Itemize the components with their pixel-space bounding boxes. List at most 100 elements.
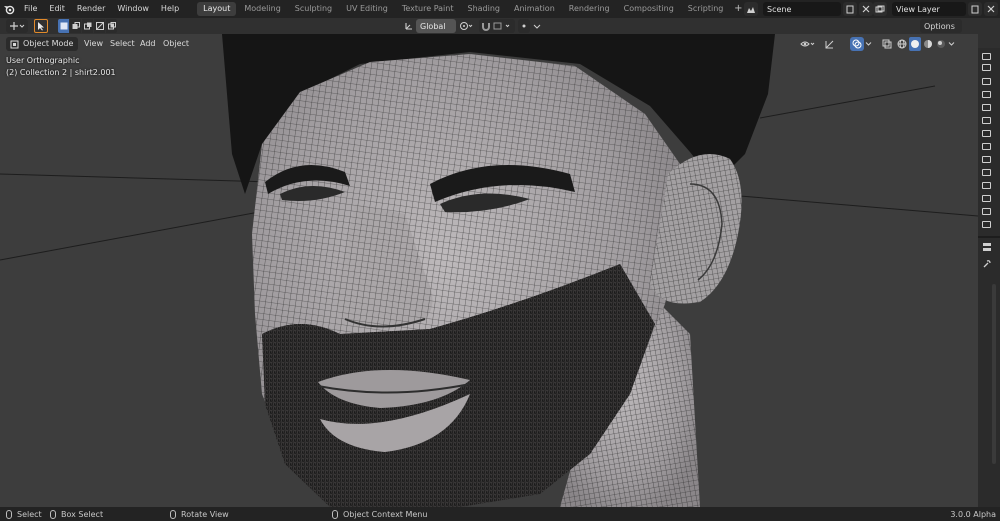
properties-tool-icon[interactable]: [982, 242, 992, 252]
transform-orientation-dropdown[interactable]: Global: [416, 19, 456, 33]
camera-icon[interactable]: [982, 91, 991, 98]
select-tool-button[interactable]: [34, 19, 48, 33]
tab-modeling[interactable]: Modeling: [238, 2, 286, 16]
camera-icon[interactable]: [982, 169, 991, 176]
shading-rendered-button[interactable]: [935, 37, 947, 51]
gizmo-toggle[interactable]: [822, 37, 836, 51]
tab-scripting[interactable]: Scripting: [682, 2, 730, 16]
camera-icon[interactable]: [982, 182, 991, 189]
xray-toggle[interactable]: [880, 37, 894, 51]
camera-icon[interactable]: [982, 64, 991, 71]
menu-window[interactable]: Window: [111, 0, 155, 18]
shading-options-dropdown[interactable]: [948, 37, 958, 51]
view-layer-field[interactable]: View Layer: [892, 2, 966, 16]
tab-layout[interactable]: Layout: [197, 2, 237, 16]
tool-settings-header: Global Options: [0, 18, 1000, 34]
options-dropdown[interactable]: Options: [920, 19, 962, 33]
mode-extend-selection-button[interactable]: [70, 19, 81, 33]
proportional-falloff-dropdown[interactable]: [532, 19, 542, 33]
chevron-down-icon: [948, 42, 955, 46]
camera-icon[interactable]: [982, 53, 991, 60]
camera-icon[interactable]: [982, 221, 991, 228]
mode-subtract-selection-button[interactable]: [82, 19, 93, 33]
transform-axes-icon: [405, 23, 412, 30]
new-view-layer-button[interactable]: [968, 2, 982, 16]
overlay-icon: [852, 39, 862, 49]
new-scene-button[interactable]: [843, 2, 857, 16]
xray-icon: [882, 39, 892, 49]
status-context-hint: Object Context Menu: [332, 507, 427, 521]
tab-rendering[interactable]: Rendering: [563, 2, 616, 16]
move-tool-icon: [10, 22, 25, 30]
properties-scrollbar[interactable]: [992, 284, 996, 464]
menu-file[interactable]: File: [18, 0, 43, 18]
top-bar: File Edit Render Window Help Layout Mode…: [0, 0, 1000, 18]
shading-material-button[interactable]: [922, 37, 934, 51]
tab-sculpting[interactable]: Sculpting: [289, 2, 338, 16]
status-bar: Select Box Select Rotate View Object Con…: [0, 507, 1000, 521]
view-layer-browse-button[interactable]: [873, 2, 887, 16]
tab-animation[interactable]: Animation: [508, 2, 561, 16]
outliner-header: [978, 34, 1000, 48]
status-box-select-label: Box Select: [61, 509, 104, 519]
camera-icon[interactable]: [982, 208, 991, 215]
area-divider[interactable]: [978, 236, 1000, 238]
mouse-left-icon: [6, 509, 12, 519]
overlays-toggle[interactable]: [850, 37, 864, 51]
camera-icon[interactable]: [982, 78, 991, 85]
camera-icon[interactable]: [982, 143, 991, 150]
visibility-dropdown[interactable]: [800, 37, 818, 51]
transform-tool-dropdown[interactable]: [6, 19, 28, 33]
camera-icon[interactable]: [982, 130, 991, 137]
viewport-menu-object[interactable]: Object: [159, 37, 193, 51]
tab-shading[interactable]: Shading: [461, 2, 506, 16]
3d-viewport[interactable]: Object Mode View Select Add Object User …: [0, 34, 978, 507]
overlays-dropdown[interactable]: [865, 37, 875, 51]
mode-intersect-selection-button[interactable]: [106, 19, 117, 33]
shading-solid-button[interactable]: [909, 37, 921, 51]
copy-icon: [846, 5, 854, 13]
tab-compositing[interactable]: Compositing: [618, 2, 680, 16]
camera-icon[interactable]: [982, 104, 991, 111]
workspace-tabs: Layout Modeling Sculpting UV Editing Tex…: [197, 0, 745, 18]
cursor-arrow-icon: [38, 22, 44, 31]
menu-edit[interactable]: Edit: [43, 0, 71, 18]
status-select-hint: Select: [6, 507, 42, 521]
mode-new-selection-button[interactable]: [58, 19, 69, 33]
menu-render[interactable]: Render: [71, 0, 111, 18]
gizmo-icon: [825, 40, 833, 48]
properties-wrench-icon[interactable]: [982, 259, 992, 269]
object-mode-dropdown[interactable]: Object Mode: [6, 37, 78, 51]
material-sphere-icon: [924, 40, 932, 48]
viewport-menu-view[interactable]: View: [80, 37, 107, 51]
snap-dropdown[interactable]: [479, 19, 515, 33]
blender-logo-icon[interactable]: [0, 0, 18, 18]
menu-help[interactable]: Help: [155, 0, 185, 18]
chevron-down-icon: [533, 24, 541, 29]
scene-name-field[interactable]: Scene: [763, 2, 841, 16]
orientation-icon-button[interactable]: [404, 19, 414, 33]
status-box-select-hint: Box Select: [50, 507, 103, 521]
pivot-point-dropdown[interactable]: [458, 19, 474, 33]
copy-icon: [971, 5, 979, 13]
viewport-menu-add[interactable]: Add: [136, 37, 160, 51]
scene-browse-button[interactable]: [744, 2, 758, 16]
outliner-strip[interactable]: [978, 34, 1000, 507]
camera-icon[interactable]: [982, 156, 991, 163]
delete-view-layer-button[interactable]: [984, 2, 998, 16]
tab-uv-editing[interactable]: UV Editing: [340, 2, 394, 16]
delete-scene-button[interactable]: [859, 2, 873, 16]
camera-icon[interactable]: [982, 117, 991, 124]
magnet-icon: [482, 22, 510, 31]
mode-invert-selection-button[interactable]: [94, 19, 105, 33]
proportional-edit-icon: [522, 24, 526, 28]
rendered-sphere-icon: [937, 40, 945, 48]
status-rotate-hint: Rotate View: [170, 507, 229, 521]
camera-icon[interactable]: [982, 195, 991, 202]
proportional-edit-button[interactable]: [518, 19, 530, 33]
selection-intersect-icon: [107, 22, 116, 30]
mouse-drag-icon: [50, 509, 56, 519]
shading-wireframe-button[interactable]: [896, 37, 908, 51]
tab-texture-paint[interactable]: Texture Paint: [396, 2, 460, 16]
viewport-menu-select[interactable]: Select: [106, 37, 139, 51]
